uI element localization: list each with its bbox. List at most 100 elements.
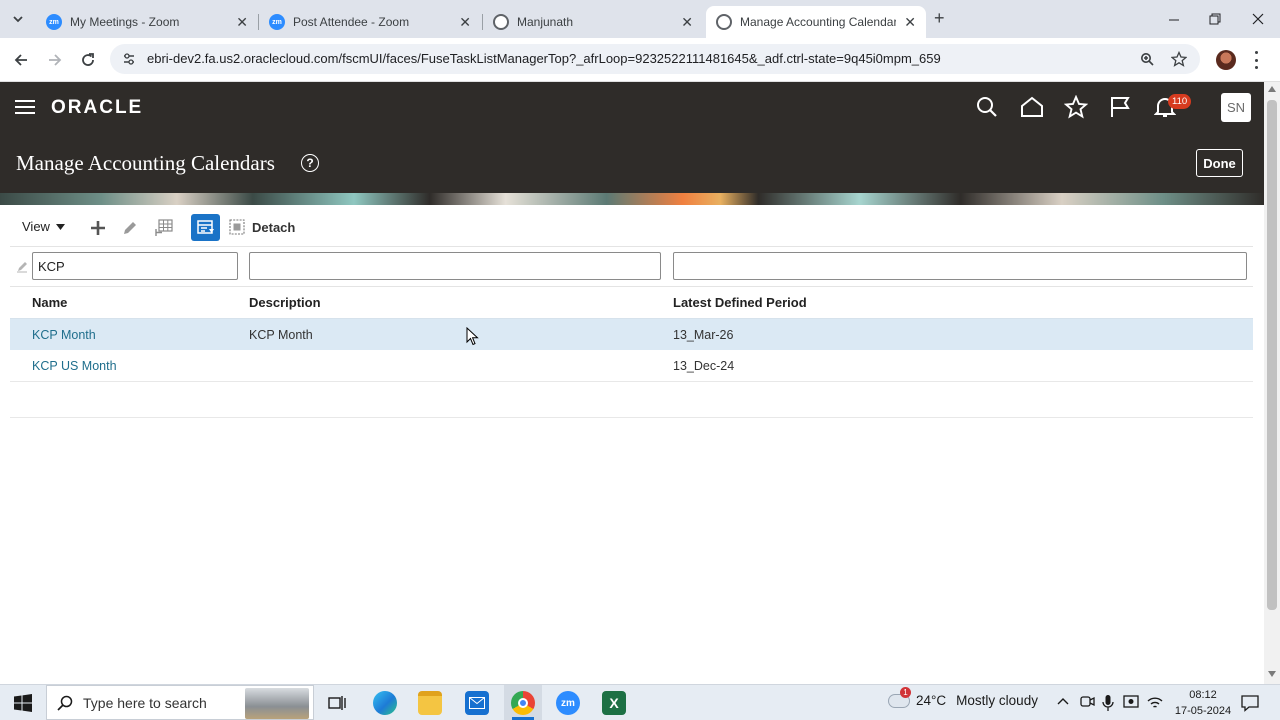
tab-search-button[interactable]: [8, 9, 28, 29]
minimize-icon[interactable]: [1168, 14, 1180, 26]
windows-start-icon[interactable]: [14, 694, 32, 712]
scrollbar-thumb[interactable]: [1267, 100, 1277, 610]
edit-pencil-icon[interactable]: [122, 220, 138, 236]
column-header-name[interactable]: Name: [32, 295, 67, 310]
back-arrow-icon[interactable]: [13, 52, 29, 68]
notification-center-icon[interactable]: [1241, 694, 1259, 712]
close-icon[interactable]: ✕: [904, 14, 916, 31]
taskbar-search-placeholder: Type here to search: [83, 695, 207, 711]
filter-icon: [196, 219, 214, 234]
mouse-cursor-icon: [466, 327, 479, 346]
help-icon[interactable]: ?: [301, 154, 319, 172]
site-settings-icon[interactable]: [122, 52, 136, 66]
favorites-star-icon[interactable]: [1064, 95, 1088, 119]
oracle-logo[interactable]: ORACLE: [51, 97, 143, 119]
task-view-icon[interactable]: [328, 694, 346, 712]
user-avatar[interactable]: SN: [1221, 93, 1251, 122]
query-by-example-button[interactable]: [191, 214, 220, 241]
table-row[interactable]: KCP Month KCP Month 13_Mar-26: [10, 318, 1253, 350]
done-button[interactable]: Done: [1196, 149, 1243, 177]
forward-arrow-icon[interactable]: [47, 52, 63, 68]
profile-avatar[interactable]: [1216, 50, 1236, 70]
globe-icon: [716, 14, 732, 30]
weather-alert-badge: 1: [900, 687, 911, 698]
wifi-icon[interactable]: [1146, 694, 1164, 710]
view-menu-label: View: [22, 219, 50, 234]
screen-capture-icon[interactable]: [1123, 694, 1139, 710]
table-top-border: [10, 246, 1253, 247]
browser-tab-my-meetings[interactable]: zm My Meetings - Zoom ✕: [36, 6, 258, 38]
hamburger-menu-icon[interactable]: [15, 99, 35, 115]
chrome-icon[interactable]: [511, 691, 535, 715]
file-explorer-icon[interactable]: [418, 691, 442, 715]
search-highlight-image: [245, 688, 309, 719]
bookmark-star-icon[interactable]: [1171, 51, 1187, 67]
filter-row-border: [10, 286, 1253, 287]
meet-now-icon[interactable]: [1079, 694, 1095, 710]
search-icon[interactable]: [976, 96, 998, 118]
address-bar[interactable]: ebri-dev2.fa.us2.oraclecloud.com/fscmUI/…: [110, 44, 1200, 74]
tab-title: Manjunath: [517, 15, 574, 29]
home-icon[interactable]: [1020, 96, 1044, 118]
envelope-icon: [469, 697, 485, 709]
latest-defined-period: 13_Mar-26: [673, 328, 734, 342]
name-filter-input[interactable]: [32, 252, 238, 280]
tab-title: My Meetings - Zoom: [70, 15, 180, 29]
page-scrollbar[interactable]: [1264, 82, 1280, 684]
zoom-magnifier-icon[interactable]: [1140, 52, 1154, 66]
decorative-banner: [0, 193, 1264, 205]
weather-widget[interactable]: 24°C Mostly cloudy: [888, 693, 1038, 708]
browser-menu-icon[interactable]: [1255, 51, 1259, 69]
view-menu[interactable]: View: [22, 219, 65, 234]
mail-icon[interactable]: [465, 691, 489, 715]
url-text: ebri-dev2.fa.us2.oraclecloud.com/fscmUI/…: [147, 51, 941, 66]
browser-toolbar: ebri-dev2.fa.us2.oraclecloud.com/fscmUI/…: [0, 38, 1280, 82]
zoom-icon: zm: [46, 14, 62, 30]
chevron-down-icon: [13, 16, 23, 23]
show-hidden-icons-chevron-icon[interactable]: [1057, 697, 1069, 705]
tab-title: Post Attendee - Zoom: [293, 15, 410, 29]
search-icon: [57, 695, 73, 711]
weather-condition: Mostly cloudy: [956, 693, 1038, 708]
scroll-up-arrow-icon[interactable]: [1268, 86, 1276, 92]
oracle-header: ORACLE 110 SN Manage Accounting Calendar…: [0, 82, 1264, 193]
edge-icon[interactable]: [373, 691, 397, 715]
calendar-name-link[interactable]: KCP US Month: [32, 359, 117, 373]
new-tab-button[interactable]: +: [934, 8, 945, 29]
close-icon[interactable]: ✕: [459, 14, 471, 31]
weather-temperature: 24°C: [916, 693, 947, 708]
latest-period-filter-input[interactable]: [673, 252, 1247, 280]
taskbar-search-box[interactable]: Type here to search: [46, 685, 314, 720]
add-icon[interactable]: [90, 220, 106, 236]
microphone-icon[interactable]: [1102, 694, 1114, 712]
clock-time: 08:12: [1189, 689, 1217, 701]
column-header-latest-period[interactable]: Latest Defined Period: [673, 295, 807, 310]
tab-title: Manage Accounting Calendars: [740, 15, 897, 29]
close-icon[interactable]: ✕: [681, 14, 693, 31]
detach-button[interactable]: Detach: [229, 219, 295, 235]
calendar-description: KCP Month: [249, 328, 313, 342]
clear-filter-icon[interactable]: [16, 259, 28, 273]
browser-tab-manjunath[interactable]: Manjunath ✕: [483, 6, 703, 38]
flag-icon[interactable]: [1109, 96, 1131, 118]
calendar-name-link[interactable]: KCP Month: [32, 328, 96, 342]
clock[interactable]: 08:12 17-05-2024: [1170, 687, 1236, 719]
description-filter-input[interactable]: [249, 252, 661, 280]
page-title: Manage Accounting Calendars: [16, 151, 275, 175]
browser-tab-post-attendee[interactable]: zm Post Attendee - Zoom ✕: [259, 6, 481, 38]
scroll-down-arrow-icon[interactable]: [1268, 671, 1276, 677]
window-close-icon[interactable]: [1252, 13, 1264, 25]
globe-icon: [493, 14, 509, 30]
browser-tab-accounting-calendars[interactable]: Manage Accounting Calendars ✕: [706, 6, 926, 38]
excel-icon[interactable]: X: [602, 691, 626, 715]
table-row[interactable]: KCP US Month 13_Dec-24: [10, 350, 1253, 382]
caret-down-icon: [55, 223, 65, 230]
zoom-app-icon[interactable]: zm: [556, 691, 580, 715]
freeze-columns-icon[interactable]: [155, 219, 173, 237]
reload-icon[interactable]: [80, 52, 96, 68]
restore-icon[interactable]: [1209, 13, 1221, 25]
windows-taskbar: Type here to search zm X 24°C Mostly clo…: [0, 684, 1280, 720]
close-icon[interactable]: ✕: [236, 14, 248, 31]
notification-count-badge: 110: [1168, 94, 1192, 109]
column-header-description[interactable]: Description: [249, 295, 321, 310]
